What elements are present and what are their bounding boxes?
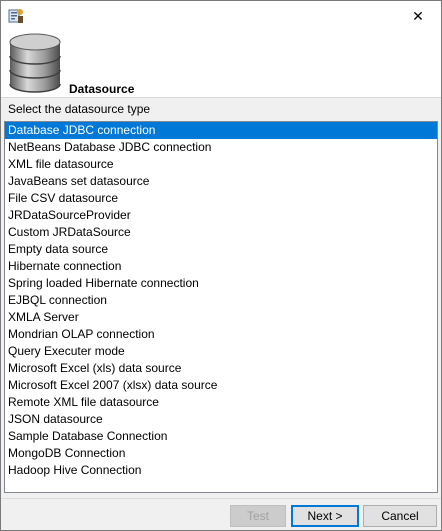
close-icon: ✕	[412, 8, 424, 24]
list-item[interactable]: NetBeans Database JDBC connection	[5, 139, 437, 156]
list-item[interactable]: Microsoft Excel (xls) data source	[5, 360, 437, 377]
test-button[interactable]: Test	[230, 505, 286, 527]
list-item[interactable]: Query Executer mode	[5, 343, 437, 360]
list-item[interactable]: Empty data source	[5, 241, 437, 258]
list-item[interactable]: Remote XML file datasource	[5, 394, 437, 411]
cancel-button[interactable]: Cancel	[363, 505, 437, 527]
list-item[interactable]: Microsoft Excel 2007 (xlsx) data source	[5, 377, 437, 394]
list-item[interactable]: File CSV datasource	[5, 190, 437, 207]
list-item[interactable]: Mondrian OLAP connection	[5, 326, 437, 343]
list-item[interactable]: JRDataSourceProvider	[5, 207, 437, 224]
list-item[interactable]: MongoDB Connection	[5, 445, 437, 462]
datasource-type-prompt: Select the datasource type	[8, 102, 151, 116]
database-icon	[9, 33, 61, 93]
title-bar[interactable]: ✕	[1, 1, 441, 32]
list-item[interactable]: JavaBeans set datasource	[5, 173, 437, 190]
close-button[interactable]: ✕	[395, 1, 441, 32]
list-item[interactable]: JSON datasource	[5, 411, 437, 428]
list-item[interactable]: Hadoop Hive Connection	[5, 462, 437, 479]
list-item[interactable]: Hibernate connection	[5, 258, 437, 275]
list-item[interactable]: Custom JRDataSource	[5, 224, 437, 241]
footer-divider	[1, 498, 441, 499]
list-item[interactable]: Sample Database Connection	[5, 428, 437, 445]
banner-title: Datasource	[69, 82, 135, 96]
next-button[interactable]: Next >	[291, 505, 359, 527]
list-item[interactable]: Spring loaded Hibernate connection	[5, 275, 437, 292]
list-item[interactable]: XMLA Server	[5, 309, 437, 326]
list-item[interactable]: Database JDBC connection	[5, 122, 437, 139]
header-banner: Datasource	[1, 32, 441, 98]
datasource-type-list[interactable]: Database JDBC connection NetBeans Databas…	[4, 121, 438, 493]
list-item[interactable]: EJBQL connection	[5, 292, 437, 309]
list-item[interactable]: XML file datasource	[5, 156, 437, 173]
datasource-dialog: ✕ Datasource Select the datasource type …	[0, 0, 442, 531]
jasper-app-icon	[8, 9, 23, 23]
